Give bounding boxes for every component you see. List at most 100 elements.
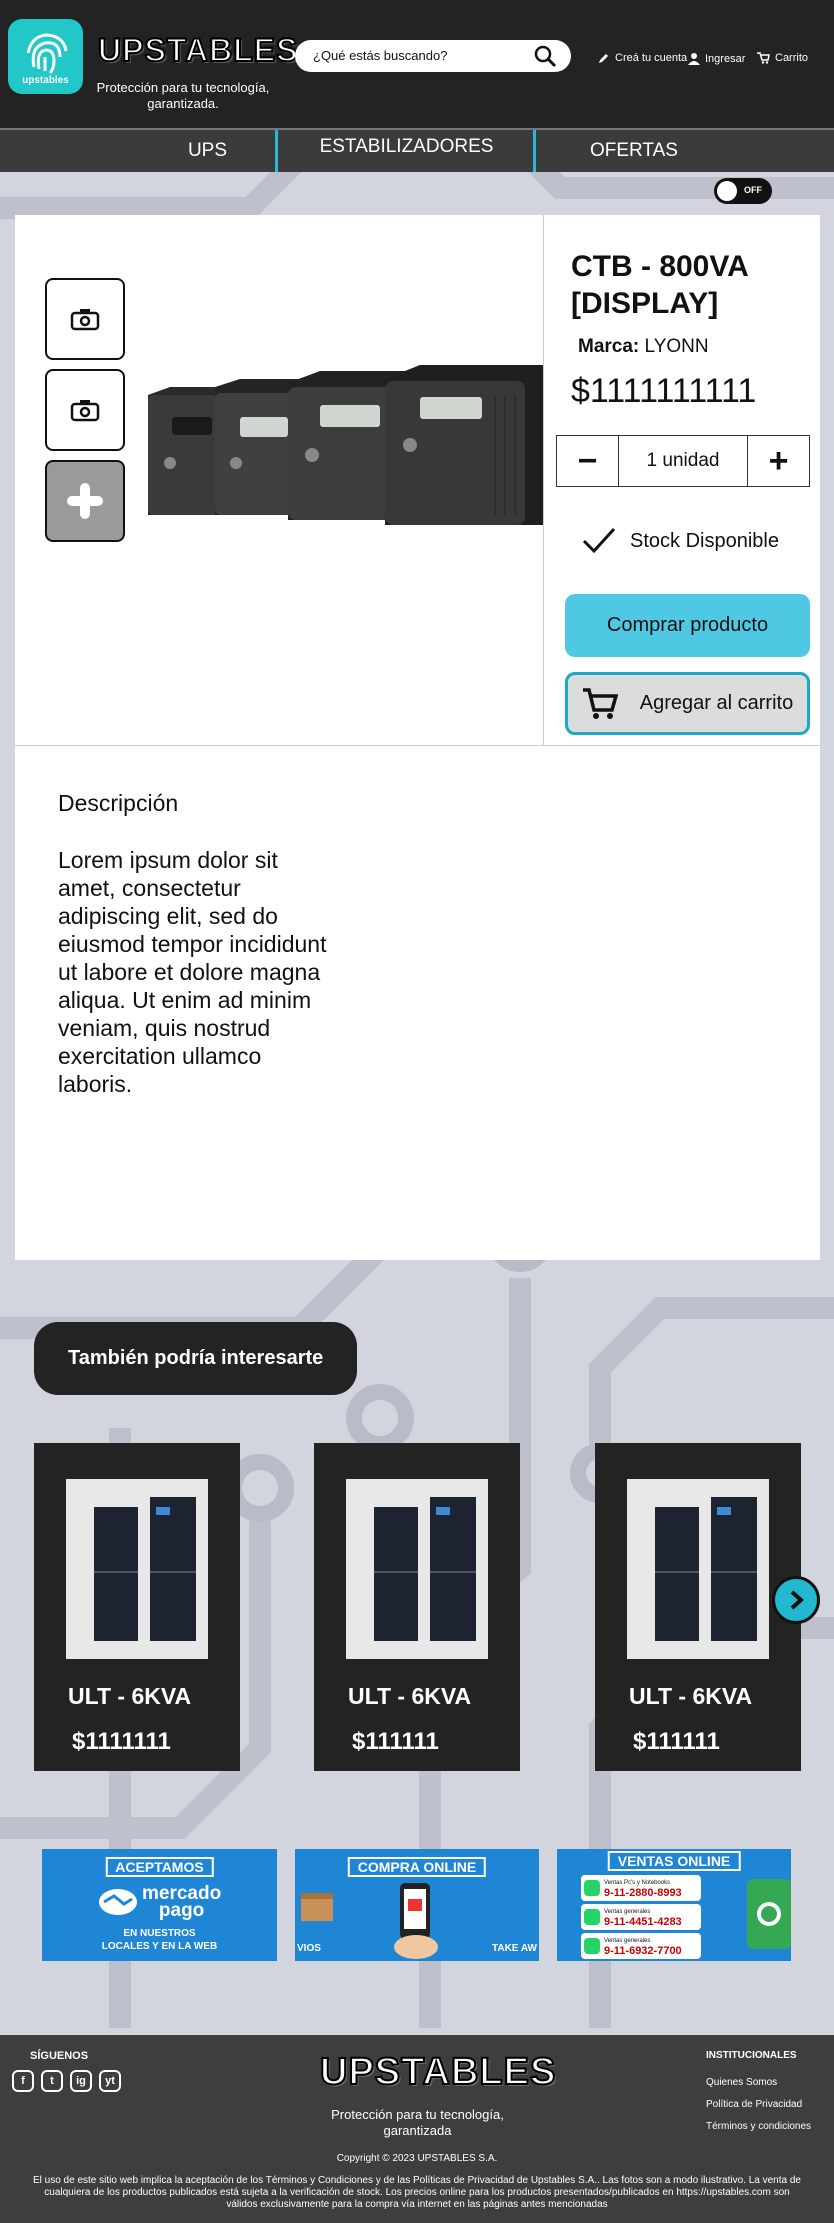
instagram-icon[interactable]: ig bbox=[70, 2070, 92, 2092]
footer-link-quienes-somos[interactable]: Quienes Somos bbox=[706, 2072, 811, 2094]
related-title: También podría interesarte bbox=[34, 1322, 357, 1395]
camera-icon bbox=[70, 309, 100, 331]
main-nav: UPS ESTABILIZADORES OFERTAS bbox=[0, 128, 834, 172]
institutional-links: Quienes Somos Política de Privacidad Tér… bbox=[706, 2072, 811, 2138]
thumbnail-1[interactable] bbox=[45, 278, 125, 360]
product-brand: Marca: LYONN bbox=[578, 336, 709, 358]
divider bbox=[15, 745, 820, 746]
login-link[interactable]: Ingresar bbox=[688, 52, 745, 65]
copyright: Copyright © 2023 UPSTABLES S.A. bbox=[336, 2153, 498, 2164]
banner-text: EN NUESTROS bbox=[123, 1928, 196, 1939]
brand-label: Marca: bbox=[578, 336, 640, 357]
legal-notice: El uso de este sitio web implica la acep… bbox=[32, 2175, 801, 2210]
add-image-button[interactable] bbox=[45, 460, 125, 542]
create-account-link[interactable]: Creá tu cuenta bbox=[598, 52, 687, 64]
pencil-icon bbox=[599, 54, 608, 63]
product-image bbox=[66, 1479, 208, 1659]
follow-title: SÍGUENOS bbox=[30, 2050, 89, 2062]
banner-ventas-online[interactable]: VENTAS ONLINE Ventas Pc's y Notebooks 9-1… bbox=[557, 1849, 791, 1961]
buy-button[interactable]: Comprar producto bbox=[565, 594, 810, 657]
whatsapp-icon bbox=[584, 1909, 600, 1925]
related-product-price: $1111111 bbox=[72, 1728, 171, 1755]
banner-text: TAKE AW bbox=[492, 1943, 537, 1954]
search-placeholder: ¿Qué estás buscando? bbox=[313, 48, 448, 63]
related-product-card[interactable]: ULT - 6KVA $111111 bbox=[314, 1443, 520, 1771]
sales-phone: 9-11-2880-8993 bbox=[604, 1887, 682, 1899]
banner-compra-online[interactable]: COMPRA ONLINE VIOS TAKE AW bbox=[295, 1849, 539, 1961]
product-price: $1111111111 bbox=[571, 372, 757, 410]
product-title: CTB - 800VA [DISPLAY] bbox=[571, 250, 748, 320]
nav-item-ofertas[interactable]: OFERTAS bbox=[536, 130, 732, 172]
related-product-price: $111111 bbox=[352, 1728, 439, 1755]
description-title: Descripción bbox=[58, 790, 179, 816]
banner-title: VENTAS ONLINE bbox=[607, 1851, 741, 1871]
footer-link-terminos[interactable]: Términos y condiciones bbox=[706, 2116, 811, 2138]
footer-link-privacidad[interactable]: Política de Privacidad bbox=[706, 2094, 811, 2116]
thumbnail-2[interactable] bbox=[45, 369, 125, 451]
related-product-name: ULT - 6KVA bbox=[68, 1683, 192, 1709]
logo-text: upstables bbox=[22, 75, 69, 86]
chevron-right-icon bbox=[790, 1590, 805, 1610]
search-icon[interactable] bbox=[533, 44, 557, 68]
toggle-knob bbox=[717, 181, 737, 201]
camera-icon bbox=[70, 400, 100, 422]
banner-text: VIOS bbox=[297, 1943, 321, 1954]
social-links: f t ig yt bbox=[12, 2070, 121, 2092]
nav-item-estabilizadores[interactable]: ESTABILIZADORES bbox=[278, 130, 535, 172]
search-input[interactable]: ¿Qué estás buscando? bbox=[295, 40, 571, 72]
logo[interactable]: upstables bbox=[8, 19, 83, 94]
site-footer: SÍGUENOS f t ig yt UPSTABLES Protección … bbox=[0, 2035, 834, 2223]
plus-icon bbox=[67, 483, 103, 519]
related-product-card[interactable]: ULT - 6KVA $111111 bbox=[595, 1443, 801, 1771]
cart-icon bbox=[582, 687, 618, 719]
twitter-icon[interactable]: t bbox=[41, 2070, 63, 2092]
footer-brand[interactable]: UPSTABLES bbox=[319, 2050, 556, 2094]
phone-icon bbox=[394, 1883, 438, 1959]
related-product-price: $111111 bbox=[633, 1728, 720, 1755]
sales-phone: 9-11-6932-7700 bbox=[604, 1945, 682, 1957]
quantity-stepper: − 1 unidad + bbox=[556, 435, 810, 487]
box-icon bbox=[301, 1893, 333, 1921]
login-label: Ingresar bbox=[705, 52, 746, 65]
youtube-icon[interactable]: yt bbox=[99, 2070, 121, 2092]
whatsapp-icon bbox=[584, 1938, 600, 1954]
banner-title: COMPRA ONLINE bbox=[347, 1857, 487, 1877]
quantity-value[interactable]: 1 unidad bbox=[618, 436, 748, 486]
divider bbox=[543, 215, 544, 745]
footer-tagline: Protección para tu tecnología, garantiza… bbox=[331, 2107, 504, 2138]
banner-mercado-pago[interactable]: ACEPTAMOS mercado pago EN NUESTROS LOCAL… bbox=[42, 1849, 277, 1961]
related-product-name: ULT - 6KVA bbox=[348, 1683, 472, 1709]
fingerprint-icon bbox=[26, 33, 68, 75]
banner-text: LOCALES Y EN LA WEB bbox=[101, 1941, 218, 1952]
product-image bbox=[346, 1479, 488, 1659]
cart-link[interactable]: Carrito bbox=[757, 52, 808, 64]
create-account-label: Creá tu cuenta bbox=[615, 52, 688, 64]
product-image bbox=[148, 365, 543, 525]
banner-title: ACEPTAMOS bbox=[105, 1857, 214, 1877]
whatsapp-icon bbox=[584, 1880, 600, 1896]
related-product-name: ULT - 6KVA bbox=[629, 1683, 753, 1709]
stock-status: Stock Disponible bbox=[582, 527, 779, 555]
cart-icon bbox=[757, 52, 770, 64]
product-image bbox=[627, 1479, 769, 1659]
whatsapp-phone-icon bbox=[747, 1879, 791, 1949]
quantity-increase-button[interactable]: + bbox=[748, 436, 809, 486]
checkmark-icon bbox=[582, 527, 616, 554]
banner-text: pago bbox=[158, 1900, 205, 1921]
header-tagline: Protección para tu tecnología, garantiza… bbox=[96, 80, 270, 111]
theme-toggle[interactable]: OFF bbox=[714, 178, 772, 204]
add-to-cart-button[interactable]: Agregar al carrito bbox=[565, 672, 810, 735]
brand-value: LYONN bbox=[644, 336, 709, 357]
quantity-decrease-button[interactable]: − bbox=[557, 436, 618, 486]
carousel-next-button[interactable] bbox=[772, 1576, 820, 1624]
brand-name[interactable]: UPSTABLES bbox=[97, 31, 298, 69]
description-text: Lorem ipsum dolor sit amet, consectetur … bbox=[58, 847, 327, 1097]
nav-item-ups[interactable]: UPS bbox=[120, 130, 295, 172]
toggle-label: OFF bbox=[744, 185, 762, 195]
cart-label: Carrito bbox=[775, 52, 809, 64]
add-to-cart-label: Agregar al carrito bbox=[639, 692, 794, 714]
related-product-card[interactable]: ULT - 6KVA $1111111 bbox=[34, 1443, 240, 1771]
institutional-title: INSTITUCIONALES bbox=[706, 2050, 797, 2061]
handshake-icon bbox=[99, 1889, 137, 1915]
facebook-icon[interactable]: f bbox=[12, 2070, 34, 2092]
